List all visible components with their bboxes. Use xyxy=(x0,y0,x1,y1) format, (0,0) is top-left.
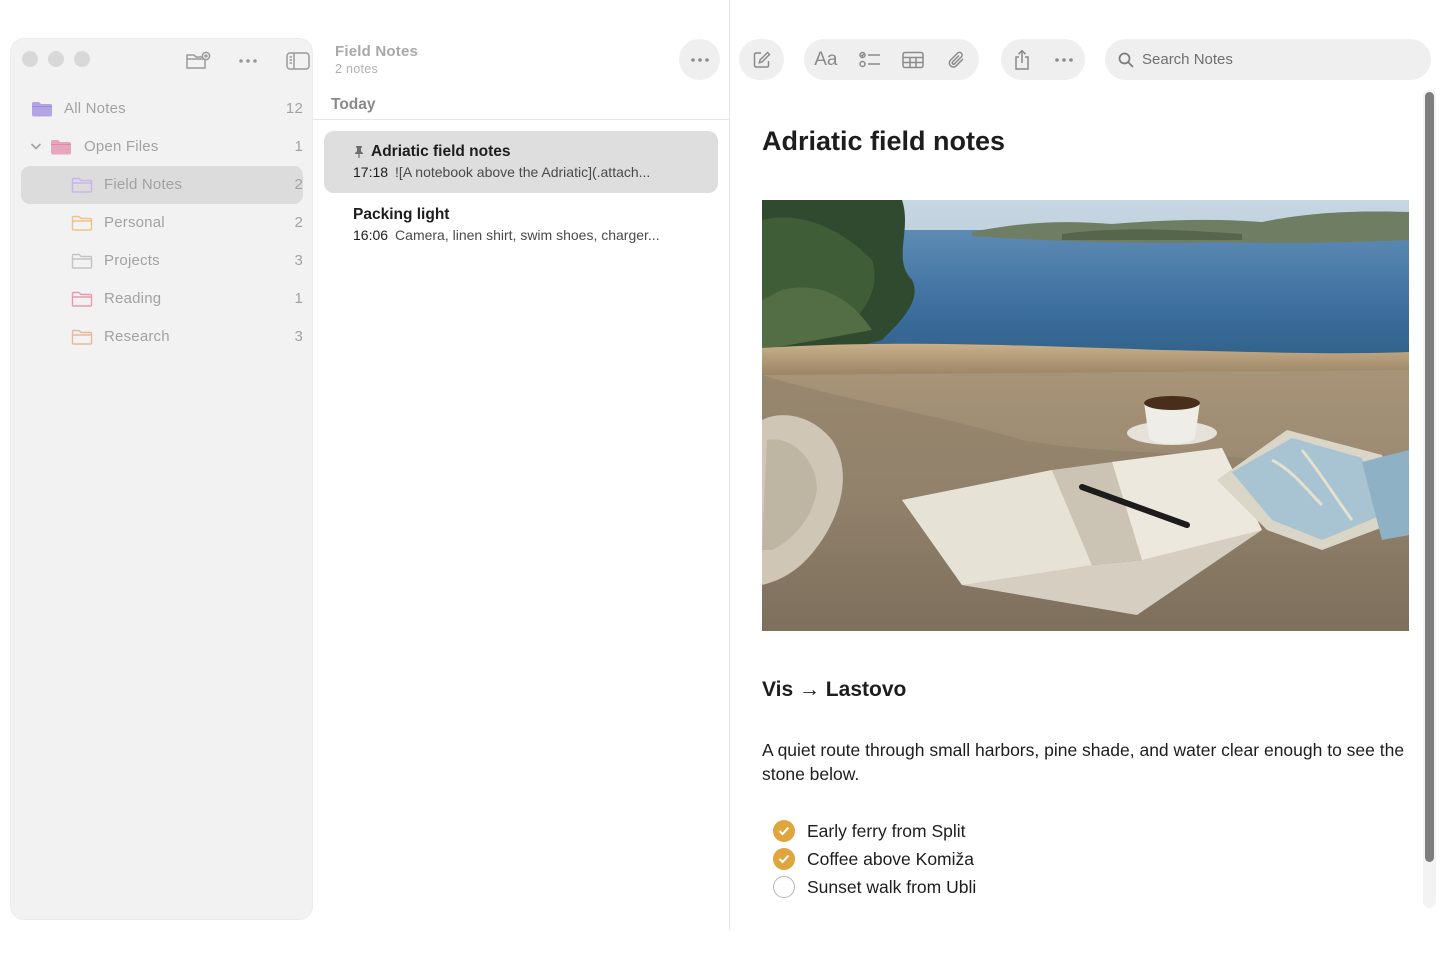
close-window-button[interactable] xyxy=(22,51,38,67)
note-time: 16:06 xyxy=(353,227,389,243)
section-header-today: Today xyxy=(331,96,376,113)
section-heading[interactable]: Vis → Lastovo xyxy=(762,678,906,702)
sidebar-item-research[interactable]: Research 3 xyxy=(21,318,303,356)
format-text-icon: Aa xyxy=(814,48,838,70)
sidebar: All Notes 12 Open Files 1 Field Notes 2 … xyxy=(10,38,313,920)
search-icon xyxy=(1118,52,1134,68)
sidebar-item-open-files[interactable]: Open Files 1 xyxy=(21,128,303,166)
note-image[interactable] xyxy=(762,200,1409,631)
sidebar-item-label: All Notes xyxy=(64,100,126,117)
search-bar[interactable] xyxy=(1105,39,1431,80)
more-icon xyxy=(239,59,257,63)
sidebar-item-label: Research xyxy=(104,328,170,345)
sidebar-item-reading[interactable]: Reading 1 xyxy=(21,280,303,318)
sidebar-toggle-icon xyxy=(286,52,310,70)
checkbox-checked[interactable] xyxy=(773,820,795,842)
sidebar-item-label: Open Files xyxy=(84,138,159,155)
adriatic-photo xyxy=(762,200,1409,631)
sidebar-toolbar xyxy=(173,49,323,73)
pin-icon xyxy=(355,146,363,158)
format-text-button[interactable]: Aa xyxy=(804,39,848,80)
folder-icon xyxy=(51,140,71,155)
checklist-item: Sunset walk from Ubli xyxy=(773,873,976,901)
sidebar-item-label: Projects xyxy=(104,252,160,269)
table-button[interactable] xyxy=(892,39,936,80)
checkmark-icon xyxy=(778,854,790,864)
folder-icon xyxy=(71,329,93,345)
search-input[interactable] xyxy=(1142,51,1402,68)
chevron-down-icon[interactable] xyxy=(29,139,43,153)
note-list-title: Field Notes xyxy=(335,43,419,60)
share-toolbar-group xyxy=(1001,39,1085,80)
sidebar-item-label: Personal xyxy=(104,214,165,231)
sidebar-item-count: 1 xyxy=(294,138,303,155)
folder-list: All Notes 12 Open Files 1 Field Notes 2 … xyxy=(21,90,303,356)
sidebar-item-label: Reading xyxy=(104,290,162,307)
folder-icon xyxy=(71,291,93,307)
more-icon xyxy=(1055,57,1073,62)
new-note-button[interactable] xyxy=(739,39,784,80)
checklist: Early ferry from Split Coffee above Komi… xyxy=(773,817,976,901)
checklist-item: Coffee above Komiža xyxy=(773,845,976,873)
attachment-button[interactable] xyxy=(935,39,979,80)
note-preview: Camera, linen shirt, swim shoes, charger… xyxy=(395,227,660,243)
sidebar-item-label: Field Notes xyxy=(104,176,183,193)
table-icon xyxy=(902,51,925,68)
format-toolbar-group: Aa xyxy=(804,39,979,80)
sidebar-item-count: 3 xyxy=(294,328,303,345)
share-icon xyxy=(1015,49,1029,70)
folder-icon xyxy=(32,102,52,117)
checkbox-checked[interactable] xyxy=(773,848,795,870)
scrollbar-thumb[interactable] xyxy=(1425,92,1434,862)
note-item-adriatic[interactable]: Adriatic field notes 17:18 ![A notebook a… xyxy=(324,131,718,193)
folder-icon xyxy=(71,215,93,231)
note-title: Adriatic field notes xyxy=(371,143,511,160)
sidebar-item-field-notes[interactable]: Field Notes 2 xyxy=(21,166,303,204)
folder-icon xyxy=(71,253,93,269)
note-list-more-button[interactable] xyxy=(679,39,720,80)
note-more-button[interactable] xyxy=(1043,39,1085,80)
note-time: 17:18 xyxy=(353,164,389,180)
checklist-icon xyxy=(858,51,880,67)
window-controls xyxy=(22,51,90,67)
folder-icon xyxy=(71,177,93,193)
checkbox-unchecked[interactable] xyxy=(773,876,795,898)
sidebar-item-all-notes[interactable]: All Notes 12 xyxy=(21,90,303,128)
checklist-item-label[interactable]: Early ferry from Split xyxy=(807,821,966,842)
sidebar-item-count: 2 xyxy=(294,176,303,193)
checklist-item: Early ferry from Split xyxy=(773,817,976,845)
checklist-button[interactable] xyxy=(848,39,892,80)
new-folder-button[interactable] xyxy=(173,49,223,73)
notes-app-window: All Notes 12 Open Files 1 Field Notes 2 … xyxy=(0,0,1440,960)
new-folder-icon xyxy=(186,51,211,69)
sidebar-item-count: 1 xyxy=(294,290,303,307)
note-preview: ![A notebook above the Adriatic](.attach… xyxy=(395,164,651,180)
divider xyxy=(313,119,729,120)
sidebar-more-button[interactable] xyxy=(223,49,273,73)
paperclip-icon xyxy=(948,51,964,68)
checklist-item-label[interactable]: Coffee above Komiža xyxy=(807,849,974,870)
compose-icon xyxy=(753,50,771,68)
note-editor[interactable]: Adriatic field notes Vis → Lastovo A qui… xyxy=(731,90,1440,930)
checklist-item-label[interactable]: Sunset walk from Ubli xyxy=(807,877,976,898)
note-heading[interactable]: Adriatic field notes xyxy=(762,126,1005,157)
sidebar-item-count: 3 xyxy=(294,252,303,269)
note-item-packing-light[interactable]: Packing light 16:06 Camera, linen shirt, … xyxy=(324,194,718,256)
share-button[interactable] xyxy=(1001,39,1043,80)
note-title: Packing light xyxy=(353,206,450,223)
sidebar-item-count: 2 xyxy=(294,214,303,231)
checkmark-icon xyxy=(778,826,790,836)
minimize-window-button[interactable] xyxy=(48,51,64,67)
more-icon xyxy=(690,57,709,62)
sidebar-item-personal[interactable]: Personal 2 xyxy=(21,204,303,242)
sidebar-item-projects[interactable]: Projects 3 xyxy=(21,242,303,280)
note-count: 2 notes xyxy=(335,62,379,76)
note-paragraph[interactable]: A quiet route through small harbors, pin… xyxy=(762,738,1412,786)
editor-scrollbar[interactable] xyxy=(1423,90,1436,908)
zoom-window-button[interactable] xyxy=(74,51,90,67)
note-list-pane: Field Notes 2 notes Today Adriatic field… xyxy=(313,0,730,930)
sidebar-item-count: 12 xyxy=(285,100,303,117)
